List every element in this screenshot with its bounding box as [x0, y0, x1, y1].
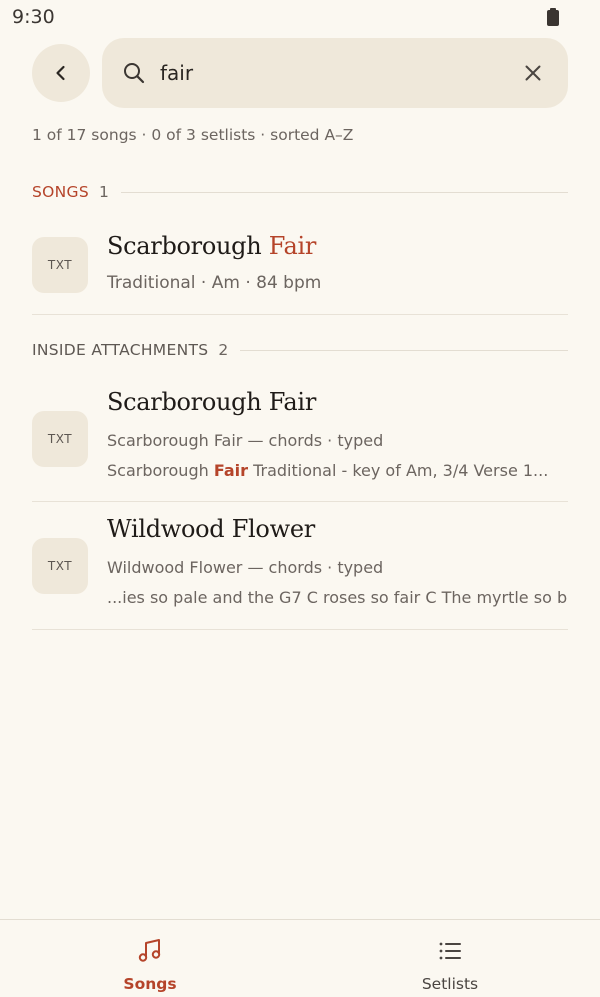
attachment-title: Wildwood Flower [107, 515, 315, 543]
attachment-snippet: Scarborough Fair Traditional - key of Am… [107, 461, 549, 480]
file-type-badge: TXT [32, 411, 88, 467]
chevron-left-icon [56, 65, 65, 81]
battery-icon [547, 8, 559, 26]
song-subtitle: Traditional · Am · 84 bpm [107, 273, 322, 293]
search-bar [102, 38, 568, 108]
clear-search-button[interactable] [520, 60, 546, 86]
nav-label: Songs [123, 975, 177, 993]
bottom-navigation: Songs Setlists [0, 919, 600, 997]
results-summary: 1 of 17 songs · 0 of 3 setlists · sorted… [32, 126, 354, 144]
search-icon [124, 63, 145, 84]
match-highlight: Fair [268, 232, 317, 260]
music-note-icon [138, 939, 161, 962]
song-result-row[interactable]: TXT Scarborough Fair Traditional · Am · … [32, 222, 568, 314]
attachment-result-row[interactable]: TXT Scarborough Fair Scarborough Fair — … [32, 380, 568, 501]
search-input[interactable] [160, 56, 510, 90]
row-divider [32, 314, 568, 315]
section-header-attachments: INSIDE ATTACHMENTS 2 [32, 341, 568, 359]
attachment-result-row[interactable]: TXT Wildwood Flower Wildwood Flower — ch… [32, 507, 568, 629]
section-title: SONGS [32, 183, 89, 201]
attachment-source: Wildwood Flower — chords · typed [107, 558, 384, 577]
file-type-badge: TXT [32, 538, 88, 594]
section-count: 1 [98, 183, 109, 201]
section-header-songs: SONGS 1 [32, 183, 568, 201]
nav-tab-setlists[interactable]: Setlists [300, 920, 600, 997]
file-type-badge: TXT [32, 237, 88, 293]
section-title: INSIDE ATTACHMENTS [32, 341, 209, 359]
attachment-source: Scarborough Fair — chords · typed [107, 431, 384, 450]
search-screen: 9:30 1 of 17 songs · 0 of 3 setlists · s… [0, 0, 600, 997]
status-time: 9:30 [12, 6, 55, 28]
section-divider [240, 349, 568, 351]
nav-tab-songs[interactable]: Songs [0, 920, 300, 997]
section-divider [120, 191, 568, 193]
attachment-snippet: ...ies so pale and the G7 C roses so fai… [107, 588, 568, 607]
row-divider [32, 629, 568, 630]
nav-label: Setlists [421, 975, 479, 993]
match-highlight: Fair [213, 461, 248, 480]
back-button[interactable] [32, 44, 90, 102]
section-count: 2 [218, 341, 229, 359]
attachment-title: Scarborough Fair [107, 388, 316, 416]
song-title: Scarborough Fair [107, 232, 316, 260]
row-divider [32, 501, 568, 502]
list-icon [439, 942, 461, 960]
